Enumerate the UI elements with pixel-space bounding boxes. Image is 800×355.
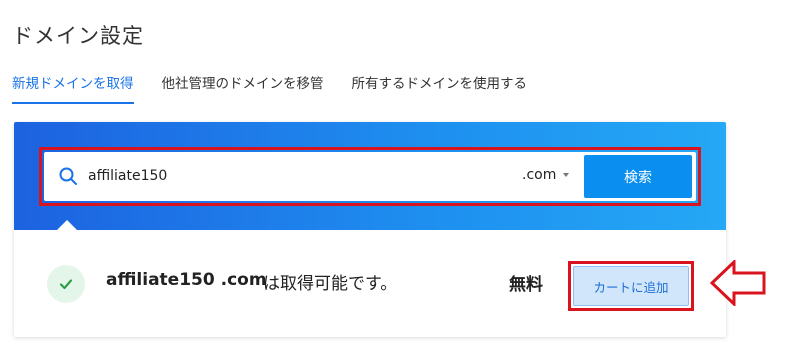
tab-transfer-domain[interactable]: 他社管理のドメインを移管: [162, 72, 324, 104]
search-result-row: affiliate150 .com は取得可能です。 無料 カートに追加: [14, 230, 726, 337]
check-icon: [47, 265, 85, 303]
tab-new-domain[interactable]: 新規ドメインを取得: [12, 72, 134, 104]
search-button[interactable]: 検索: [584, 155, 692, 198]
tld-select-value: .com: [522, 167, 557, 183]
search-band: .com 検索: [14, 122, 726, 231]
result-price: 無料: [509, 275, 543, 295]
add-to-cart-button[interactable]: カートに追加: [573, 266, 689, 306]
tld-select[interactable]: .com: [522, 167, 570, 183]
tab-bar: 新規ドメインを取得 他社管理のドメインを移管 所有するドメインを使用する: [12, 72, 555, 104]
arrow-left-icon: [710, 260, 766, 306]
tab-use-owned-domain[interactable]: 所有するドメインを使用する: [352, 72, 528, 104]
result-domain-name: affiliate150 .com: [106, 270, 267, 290]
search-icon: [58, 166, 78, 186]
page-title: ドメイン設定: [12, 24, 144, 48]
chevron-down-icon: [563, 173, 570, 177]
domain-search-card: .com 検索 affiliate150 .com は取得可能です。 無料 カー…: [14, 122, 726, 337]
domain-search-input[interactable]: [88, 162, 468, 190]
result-availability-message: は取得可能です。: [263, 274, 398, 294]
search-box: .com 検索: [44, 152, 696, 201]
